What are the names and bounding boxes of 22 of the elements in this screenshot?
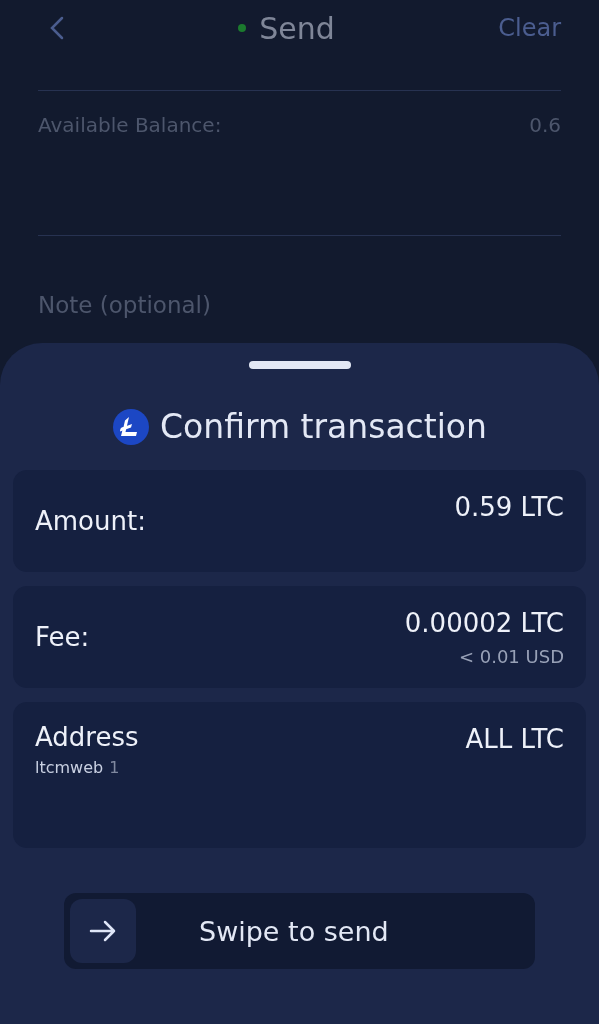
detail-value: ALL LTC [465,724,564,754]
arrow-right-icon [89,920,117,942]
detail-label: Address [35,722,139,752]
balance-label: Available Balance: [38,113,222,137]
detail-value: 0.59 LTC [454,492,564,522]
balance-value: 0.6 [529,113,561,137]
note-field[interactable]: Note (optional) [38,292,338,318]
detail-label: Fee: [35,622,90,652]
drag-handle[interactable] [248,361,351,369]
screen-title: Send [259,10,335,46]
swipe-label: Swipe to send [199,915,389,947]
address-count: 1 [109,758,120,777]
sheet-title: Confirm transaction [160,407,487,446]
back-icon[interactable] [50,16,64,40]
address-name: ltcmweb [35,758,104,777]
detail-label: Amount: [35,506,146,536]
status-dot-icon [237,23,248,33]
swipe-handle[interactable] [70,899,136,963]
detail-subvalue: < 0.01 USD [458,646,564,667]
swipe-slider[interactable]: Swipe to send [64,893,535,969]
coin-icon [112,407,150,446]
detail-value: 0.00002 LTC [404,608,564,638]
